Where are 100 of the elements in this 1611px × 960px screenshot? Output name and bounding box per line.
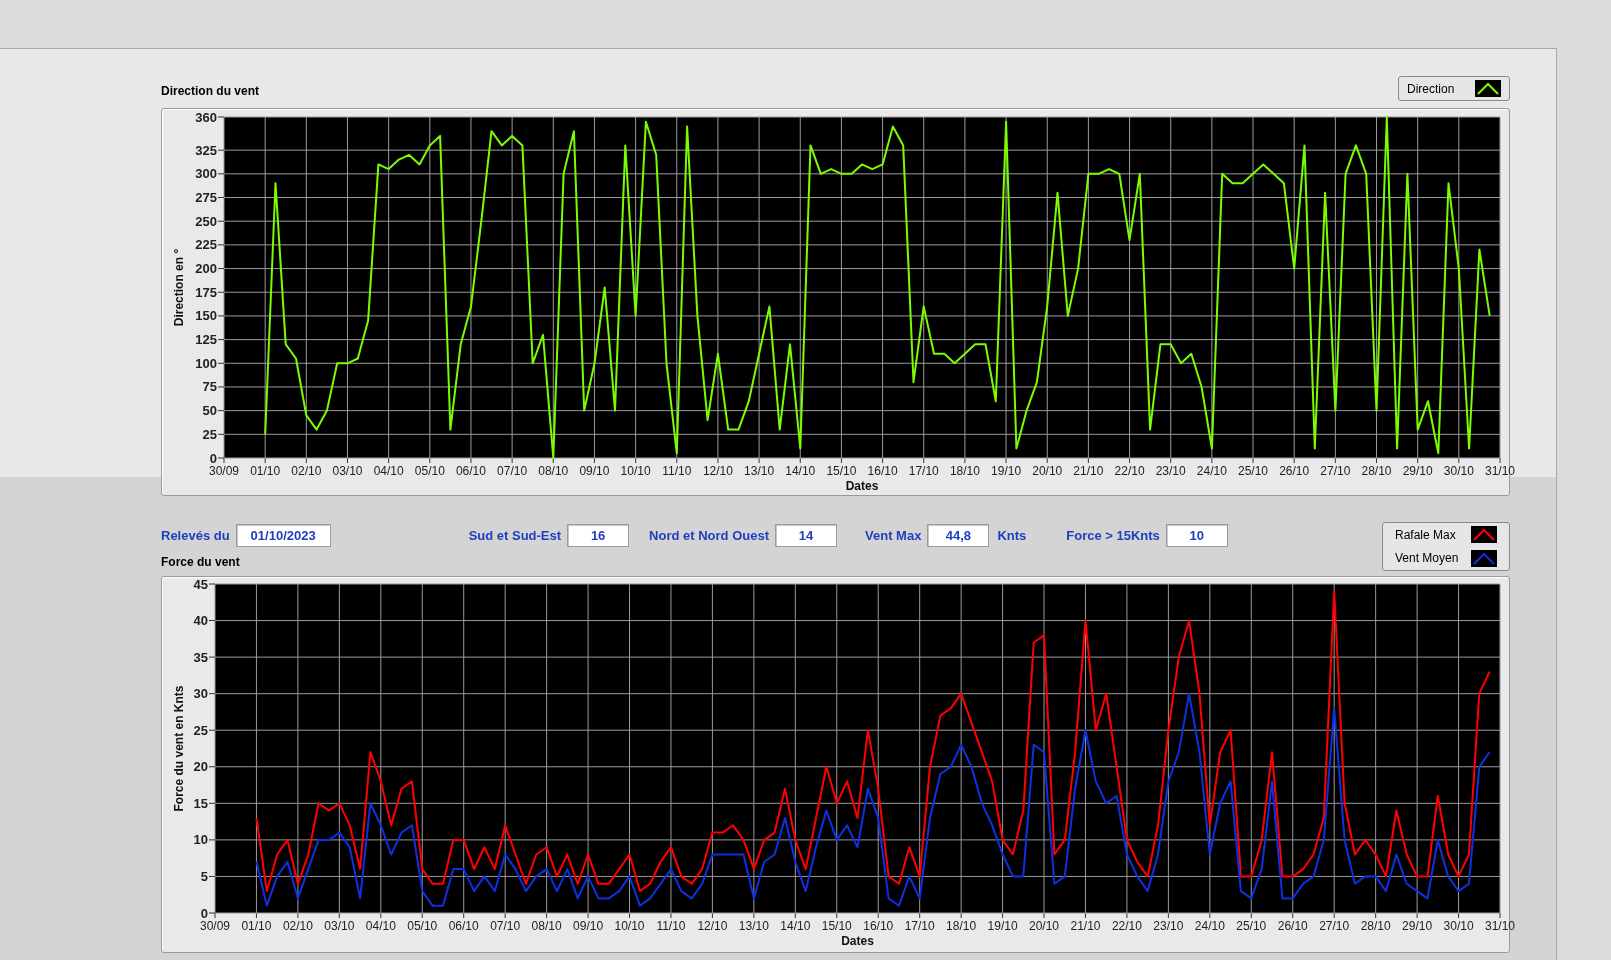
legend-label: Direction — [1407, 80, 1455, 98]
tick-label: 21/10 — [1070, 919, 1101, 933]
legend-label: Rafale Max — [1395, 526, 1456, 544]
tick-label: 11/10 — [662, 464, 692, 478]
tick-label: 23/10 — [1153, 919, 1184, 933]
tick-label: 28/10 — [1361, 464, 1392, 478]
axis-title: Force du vent en Knts — [172, 685, 186, 812]
tick-label: 27/10 — [1319, 919, 1350, 933]
tick-label: 30/10 — [1443, 464, 1474, 478]
tick-label: 22/10 — [1111, 919, 1142, 933]
tick-label: 10 — [193, 832, 208, 848]
value-field: 44,8 — [927, 524, 990, 547]
tick-label: 25/10 — [1238, 464, 1269, 478]
tick-label: 11/10 — [656, 919, 686, 933]
tick-label: 360 — [195, 109, 217, 125]
tick-label: 04/10 — [373, 464, 404, 478]
chart-title: Direction du vent — [161, 83, 259, 100]
tick-label: 14/10 — [785, 464, 816, 478]
tick-label: 28/10 — [1360, 919, 1391, 933]
tick-label: 18/10 — [946, 919, 977, 933]
tick-label: 75 — [202, 379, 217, 395]
tick-label: 10/10 — [620, 464, 651, 478]
tick-label: 07/10 — [497, 464, 528, 478]
tick-label: 21/10 — [1073, 464, 1104, 478]
tick-label: 30/10 — [1443, 919, 1474, 933]
tick-label: 18/10 — [949, 464, 980, 478]
tick-label: 05/10 — [414, 464, 445, 478]
field-label: Force > 15Knts — [1066, 526, 1160, 545]
tick-label: 16/10 — [867, 464, 898, 478]
axis-title: Direction en ° — [172, 248, 186, 327]
chart-title: Force du vent — [161, 554, 241, 571]
tick-label: 25 — [193, 722, 208, 738]
tick-label: 125 — [195, 332, 217, 348]
tick-label: 14/10 — [780, 919, 811, 933]
tick-label: 06/10 — [455, 464, 486, 478]
value-field: 10 — [1165, 524, 1228, 547]
tick-label: 29/10 — [1402, 919, 1433, 933]
tick-label: 25 — [202, 426, 217, 442]
tick-label: 01/10 — [250, 464, 281, 478]
value-field: 14 — [775, 524, 837, 547]
tick-label: 17/10 — [908, 464, 939, 478]
field-label: Sud et Sud-Est — [468, 526, 562, 545]
tick-label: 275 — [195, 190, 217, 205]
tick-label: 175 — [195, 284, 217, 300]
tick-label: 40 — [193, 613, 208, 629]
tick-label: 100 — [195, 355, 217, 371]
tick-label: 07/10 — [490, 919, 521, 933]
tick-label: 24/10 — [1194, 919, 1225, 933]
tick-label: 30/09 — [209, 464, 239, 478]
tick-label: 31/10 — [1485, 464, 1515, 478]
tick-label: 20 — [193, 759, 208, 775]
value-field: 16 — [567, 524, 630, 547]
tick-label: 09/10 — [579, 464, 610, 478]
tick-label: 200 — [195, 261, 217, 277]
legend-swatch-icon — [1471, 526, 1497, 544]
tick-label: 01/10 — [241, 919, 272, 933]
unit-label: Knts — [997, 526, 1027, 545]
field-label: Vent Max — [865, 526, 922, 545]
value-field: 01/10/2023 — [235, 524, 331, 547]
tick-label: 19/10 — [991, 464, 1022, 478]
axis-title: Dates — [845, 479, 879, 493]
tick-label: 10/10 — [614, 919, 645, 933]
tick-label: 250 — [195, 213, 217, 229]
tick-label: 15 — [193, 795, 208, 811]
legend-label: Vent Moyen — [1395, 550, 1459, 568]
tick-label: 25/10 — [1236, 919, 1267, 933]
tick-label: 45 — [193, 576, 208, 592]
tick-label: 04/10 — [365, 919, 396, 933]
tick-label: 22/10 — [1114, 464, 1145, 478]
tick-label: 08/10 — [531, 919, 562, 933]
legend-swatch-icon — [1475, 80, 1501, 97]
tick-label: 08/10 — [538, 464, 569, 478]
legend-swatch-icon — [1471, 549, 1497, 567]
tick-label: 50 — [202, 403, 217, 419]
tick-label: 15/10 — [821, 919, 852, 933]
tick-label: 13/10 — [744, 464, 775, 478]
tick-label: 29/10 — [1402, 464, 1433, 478]
tick-label: 5 — [200, 868, 208, 884]
tick-label: 31/10 — [1485, 919, 1515, 933]
tick-label: 13/10 — [738, 919, 769, 933]
tick-label: 03/10 — [332, 464, 363, 478]
tick-label: 26/10 — [1279, 464, 1310, 478]
tick-label: 19/10 — [987, 919, 1018, 933]
tick-label: 150 — [195, 308, 217, 324]
tick-label: 225 — [195, 237, 217, 253]
tick-label: 03/10 — [324, 919, 355, 933]
field-label: Relevés du — [161, 526, 230, 545]
tick-label: 27/10 — [1320, 464, 1351, 478]
tick-label: 30 — [193, 686, 208, 702]
tick-label: 24/10 — [1196, 464, 1227, 478]
tick-label: 0 — [200, 905, 208, 921]
tick-label: 12/10 — [702, 464, 733, 478]
tick-label: 23/10 — [1155, 464, 1186, 478]
tick-label: 300 — [195, 166, 217, 182]
tick-label: 20/10 — [1032, 464, 1063, 478]
tick-label: 20/10 — [1029, 919, 1060, 933]
tick-label: 30/09 — [200, 919, 230, 933]
tick-label: 09/10 — [573, 919, 604, 933]
tick-label: 26/10 — [1277, 919, 1308, 933]
tick-label: 05/10 — [407, 919, 438, 933]
